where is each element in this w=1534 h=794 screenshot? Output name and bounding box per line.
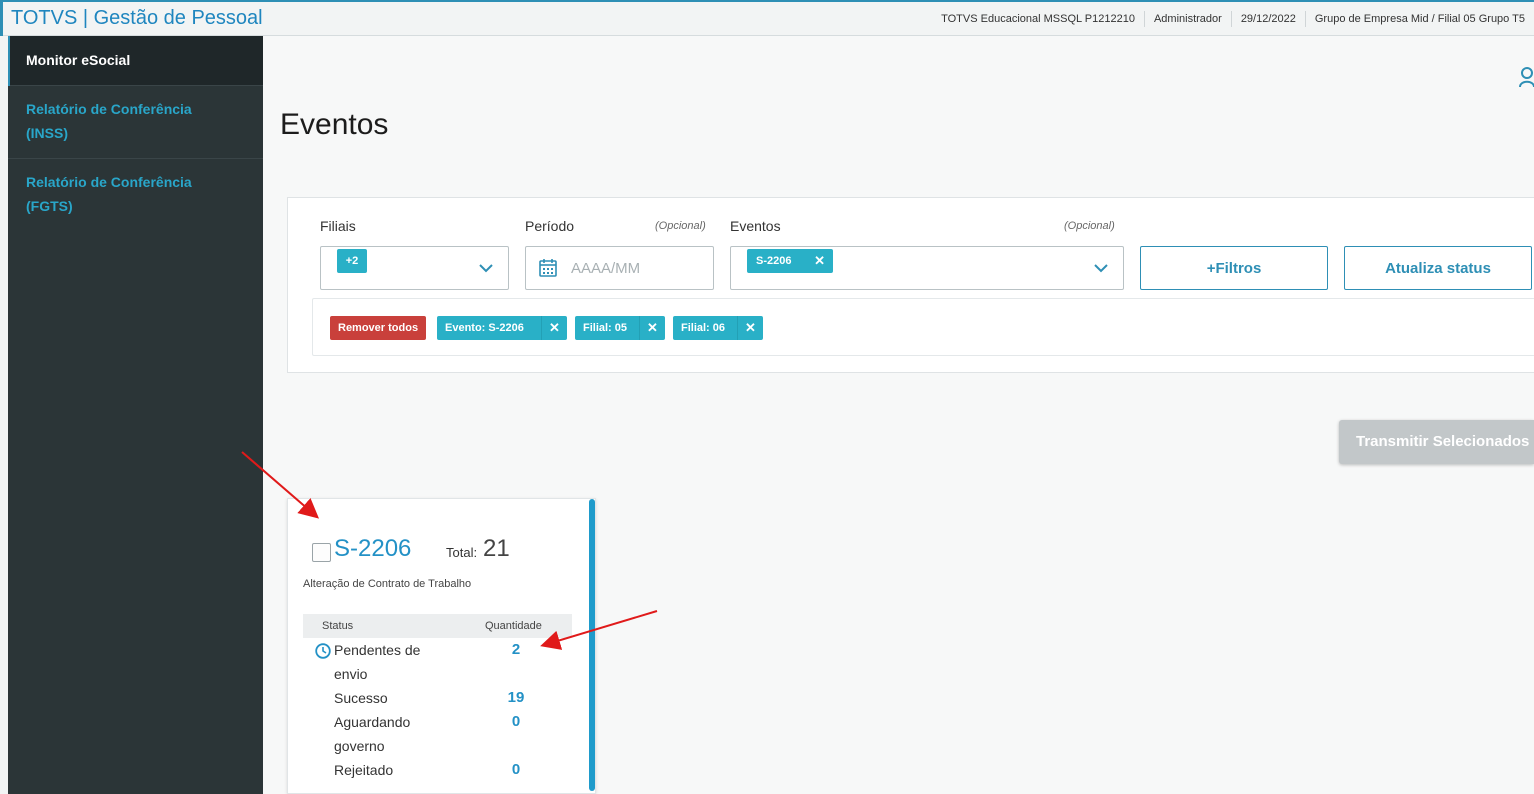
status-label: Sucesso [334, 690, 388, 706]
periodo-optional: (Opcional) [655, 220, 706, 232]
status-label: envio [334, 666, 368, 682]
status-row-pendentes: Pendentes de envio [334, 638, 434, 686]
app-title: TOTVS | Gestão de Pessoal [11, 7, 263, 29]
calendar-icon [539, 259, 557, 277]
filter-tag-filial-06: Filial: 06 ✕ [673, 316, 763, 340]
close-icon[interactable]: ✕ [639, 316, 665, 340]
chevron-down-icon[interactable] [478, 261, 494, 275]
status-label: Aguardando [334, 714, 411, 730]
atualiza-status-button[interactable]: Atualiza status [1344, 246, 1532, 290]
status-label: governo [334, 738, 385, 754]
status-row-rejeitado: Rejeitado [334, 758, 434, 782]
date-label: 29/12/2022 [1230, 10, 1305, 27]
filter-tag-label: Filial: 05 [583, 322, 628, 334]
eventos-select[interactable]: S-2206 ✕ [730, 246, 1124, 290]
event-code[interactable]: S-2206 [334, 535, 411, 563]
chevron-down-icon[interactable] [1093, 261, 1109, 275]
filter-tag-label: Evento: S-2206 [445, 322, 524, 334]
event-select-checkbox[interactable] [312, 543, 331, 562]
eventos-optional: (Opcional) [1064, 220, 1115, 232]
company-label: Grupo de Empresa Mid / Filial 05 Grupo T… [1304, 10, 1534, 27]
eventos-chip-label: S-2206 [756, 255, 792, 267]
top-bar: TOTVS | Gestão de Pessoal TOTVS Educacio… [0, 0, 1534, 36]
topbar-accent [0, 2, 3, 36]
sidebar-item-relatorio-inss[interactable]: Relatório de Conferência (INSS) [8, 86, 263, 159]
status-table-header: Status Quantidade [303, 614, 572, 638]
periodo-input[interactable]: AAAA/MM [525, 246, 714, 290]
transmit-selected-button[interactable]: Transmitir Selecionados [1339, 420, 1534, 464]
sidebar: Monitor eSocial Relatório de Conferência… [0, 36, 263, 794]
status-label: Pendentes de [334, 642, 421, 658]
user-icon[interactable] [1518, 66, 1534, 88]
event-card: S-2206 Total: 21 Alteração de Contrato d… [287, 498, 596, 794]
active-filters-box: Remover todos Evento: S-2206 ✕ Filial: 0… [312, 298, 1534, 356]
qty-rejeitado[interactable]: 0 [488, 758, 544, 782]
environment-label: TOTVS Educacional MSSQL P1212210 [941, 12, 1135, 25]
status-row-aguardando: Aguardando governo [334, 710, 434, 758]
column-header-status: Status [322, 620, 354, 632]
close-icon[interactable]: ✕ [541, 316, 567, 340]
periodo-label: Período [525, 218, 575, 234]
filter-panel: Filiais +2 Período (Opcional) AAAA/MM Ev… [287, 197, 1534, 373]
sidebar-item-label: Relatório de Conferência [26, 101, 192, 117]
page-title: Eventos [280, 108, 389, 141]
total-value: 21 [483, 535, 510, 562]
user-label: Administrador [1143, 10, 1231, 27]
filter-tag-label: Filial: 06 [681, 322, 726, 334]
filtros-button[interactable]: +Filtros [1140, 246, 1328, 290]
filiais-count-chip: +2 [337, 249, 367, 273]
sidebar-item-relatorio-fgts[interactable]: Relatório de Conferência (FGTS) [8, 159, 263, 232]
qty-sucesso[interactable]: 19 [488, 686, 544, 710]
clock-icon [315, 643, 331, 659]
filter-tag-filial-05: Filial: 05 ✕ [575, 316, 665, 340]
card-scrollbar[interactable] [589, 499, 595, 791]
qty-pendentes[interactable]: 2 [488, 638, 544, 662]
sidebar-item-monitor-esocial[interactable]: Monitor eSocial [8, 36, 263, 86]
filiais-label: Filiais [320, 218, 356, 234]
total-label: Total: [446, 545, 478, 560]
topbar-info: TOTVS Educacional MSSQL P1212210 Adminis… [932, 2, 1534, 35]
close-icon[interactable]: ✕ [814, 249, 825, 273]
periodo-placeholder: AAAA/MM [571, 260, 641, 277]
sidebar-item-label: Relatório de Conferência [26, 174, 192, 190]
sidebar-active-indicator [8, 36, 10, 86]
eventos-chip[interactable]: S-2206 ✕ [747, 249, 833, 273]
sidebar-left-gutter [0, 36, 8, 794]
remove-all-button[interactable]: Remover todos [330, 316, 427, 340]
eventos-label: Eventos [730, 218, 781, 234]
filter-tag-evento: Evento: S-2206 ✕ [437, 316, 567, 340]
sidebar-item-label: (FGTS) [26, 198, 73, 214]
column-header-quantity: Quantidade [485, 620, 542, 632]
sidebar-item-label: (INSS) [26, 125, 68, 141]
event-description: Alteração de Contrato de Trabalho [303, 578, 472, 590]
status-row-sucesso: Sucesso [334, 686, 434, 710]
status-label: Rejeitado [334, 762, 394, 778]
close-icon[interactable]: ✕ [737, 316, 763, 340]
sidebar-item-label: Monitor eSocial [26, 52, 131, 68]
filiais-select[interactable]: +2 [320, 246, 509, 290]
qty-aguardando[interactable]: 0 [488, 710, 544, 734]
